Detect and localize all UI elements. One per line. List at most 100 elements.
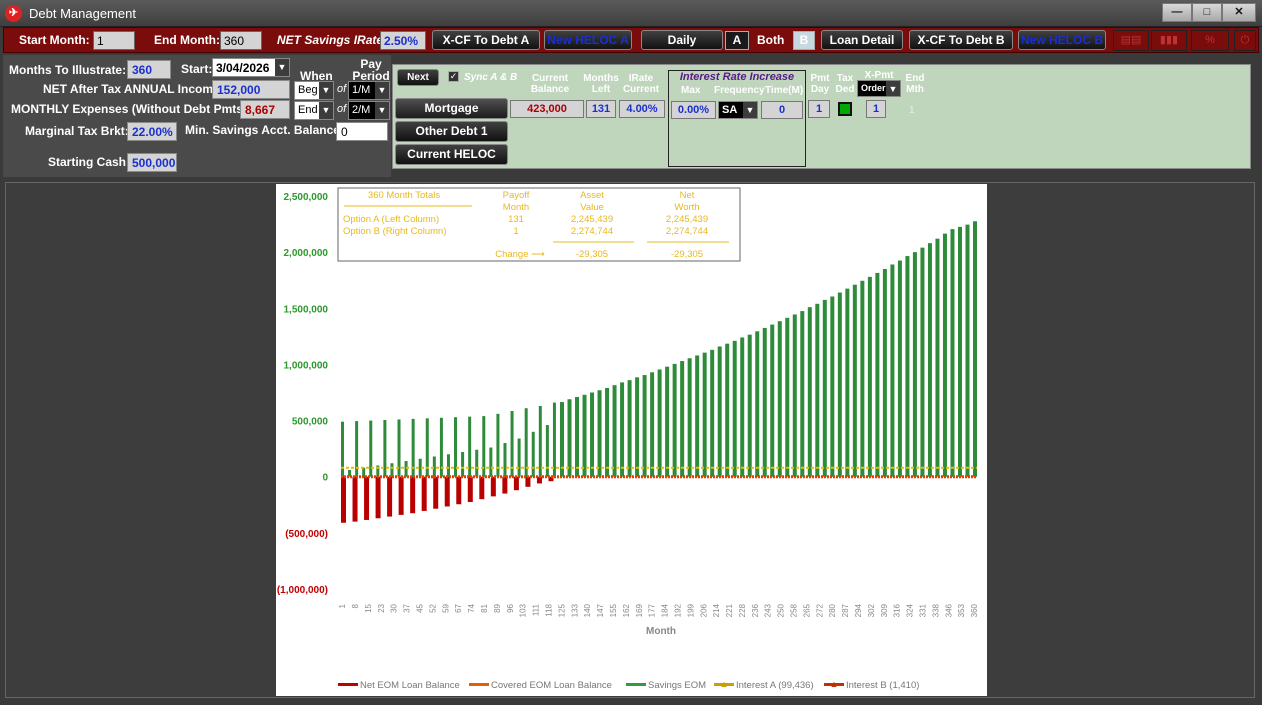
x-tick-label: 81	[480, 603, 489, 612]
expenses-input[interactable]: 8,667	[240, 100, 290, 119]
row-a-label: Option A (Left Column)	[343, 214, 439, 225]
option-b-button[interactable]: B	[793, 31, 815, 50]
sync-label: Sync A & B	[464, 72, 518, 83]
frequency-select[interactable]: SA ▼	[718, 101, 758, 119]
y-tick-label: (500,000)	[285, 529, 328, 540]
close-button[interactable]: ✕	[1222, 3, 1256, 22]
savings-bar-b	[845, 288, 850, 477]
x-tick-label: 331	[919, 603, 928, 617]
loan-balance-bar	[433, 476, 439, 509]
minimize-button[interactable]: —	[1162, 3, 1192, 22]
savings-bar-b	[800, 311, 805, 477]
xpmt-order-select[interactable]: Order ▼	[857, 80, 901, 97]
loan-detail-button[interactable]: Loan Detail	[821, 30, 903, 50]
sync-checkbox[interactable]: ✓	[448, 71, 459, 82]
savings-bar-b	[957, 226, 962, 477]
income-period-select[interactable]: 1/M ▼	[348, 81, 390, 100]
y-tick-label: 2,000,000	[284, 248, 329, 259]
savings-bar-b	[567, 399, 572, 477]
maximize-button[interactable]: □	[1192, 3, 1222, 22]
savings-rate-input[interactable]: 2.50%	[380, 31, 426, 50]
col-net: Net	[680, 190, 695, 201]
x-tick-label: 162	[622, 603, 631, 617]
savings-bar-a	[446, 454, 450, 477]
loan-balance-bar	[364, 476, 370, 520]
row-a-net: 2,245,439	[666, 214, 708, 225]
balance-input[interactable]: 423,000	[510, 100, 584, 118]
x-tick-label: 52	[428, 603, 437, 612]
of-label: of	[337, 83, 347, 95]
max-increase-input[interactable]: 0.00%	[671, 101, 716, 119]
option-a-button[interactable]: A	[725, 31, 749, 50]
tax-ded-checkbox[interactable]	[838, 102, 852, 116]
y-tick-label: 500,000	[292, 417, 329, 428]
y-tick-label: (1,000,000)	[277, 585, 328, 596]
savings-bar-b	[687, 358, 692, 477]
end-month-input[interactable]: 360	[220, 31, 262, 50]
x-tick-label: 258	[790, 603, 799, 617]
calendar-icon[interactable]: ▤▤	[1113, 30, 1149, 51]
savings-bar-b	[912, 252, 917, 477]
x-tick-label: 177	[648, 603, 657, 617]
legend-swatch	[338, 683, 358, 686]
bar-chart-icon[interactable]: ▮▮▮	[1151, 30, 1187, 51]
months-left-input[interactable]: 131	[586, 100, 616, 118]
x-tick-label: 236	[751, 603, 760, 617]
xpmt-input[interactable]: 1	[866, 100, 886, 118]
other-debt-button[interactable]: Other Debt 1	[395, 121, 508, 142]
both-label[interactable]: Both	[757, 33, 784, 47]
x-tick-label: 30	[390, 603, 399, 612]
x-tick-label: 67	[454, 603, 463, 612]
loan-balance-bar	[421, 476, 427, 511]
title-bar: ✈ Debt Management — □ ✕	[0, 0, 1262, 27]
savings-bar-b	[792, 314, 797, 477]
settings-panel: Months To Illustrate: 360 Start: 3/04/20…	[3, 55, 391, 177]
income-when-select[interactable]: Beg ▼	[294, 81, 334, 100]
new-heloc-b-button[interactable]: New HELOC B	[1018, 30, 1106, 50]
savings-bar-b	[777, 321, 782, 477]
start-date-picker[interactable]: 3/04/2026 ▼	[212, 58, 290, 77]
row-b-label: Option B (Right Column)	[343, 226, 446, 237]
xcf-debt-b-button[interactable]: X-CF To Debt B	[909, 30, 1013, 50]
irate-input[interactable]: 4.00%	[619, 100, 665, 118]
savings-bar-b	[695, 355, 700, 477]
current-heloc-button[interactable]: Current HELOC	[395, 144, 508, 165]
savings-bar-b	[620, 382, 625, 477]
savings-bar-b	[702, 352, 707, 477]
percent-icon[interactable]: %	[1191, 30, 1229, 51]
x-tick-label: 272	[815, 603, 824, 617]
income-input[interactable]: 152,000	[212, 80, 290, 99]
new-heloc-a-button[interactable]: New HELOC A	[544, 30, 632, 50]
daily-button[interactable]: Daily	[641, 30, 723, 50]
tax-input[interactable]: 22.00%	[127, 122, 177, 141]
x-tick-label: 221	[725, 603, 734, 617]
x-tick-label: 309	[880, 603, 889, 617]
savings-bar-b	[935, 238, 940, 477]
savings-bar-b	[920, 247, 925, 477]
header-tax-ded: Tax Ded	[835, 73, 855, 95]
savings-bar-b	[672, 363, 677, 477]
row-a-asset: 2,245,439	[571, 214, 613, 225]
x-tick-label: 147	[596, 603, 605, 617]
months-label: Months To Illustrate:	[9, 63, 127, 77]
savings-rate-label: NET Savings IRate:	[277, 33, 388, 47]
power-icon[interactable]: ⏻	[1234, 30, 1256, 51]
expenses-when-select[interactable]: End ▼	[294, 101, 334, 120]
next-button[interactable]: Next	[397, 69, 439, 86]
tax-label: Marginal Tax Brkt:	[25, 124, 129, 138]
expenses-period-select[interactable]: 2/M ▼	[348, 101, 390, 120]
pmt-day-input[interactable]: 1	[808, 100, 830, 118]
y-tick-label: 1,500,000	[284, 304, 329, 315]
savings-bar-a	[538, 405, 542, 477]
cash-input[interactable]: 500,000	[127, 153, 177, 172]
mortgage-button[interactable]: Mortgage	[395, 98, 508, 119]
months-input[interactable]: 360	[127, 60, 171, 79]
savings-bar-a	[404, 460, 408, 477]
xcf-debt-a-button[interactable]: X-CF To Debt A	[432, 30, 540, 50]
start-month-input[interactable]: 1	[93, 31, 135, 50]
x-tick-label: 45	[415, 603, 424, 612]
app-logo-icon: ✈	[5, 5, 22, 22]
min-savings-input[interactable]: 0	[336, 122, 388, 141]
col-asset: Value	[580, 202, 604, 213]
time-input[interactable]: 0	[761, 101, 803, 119]
